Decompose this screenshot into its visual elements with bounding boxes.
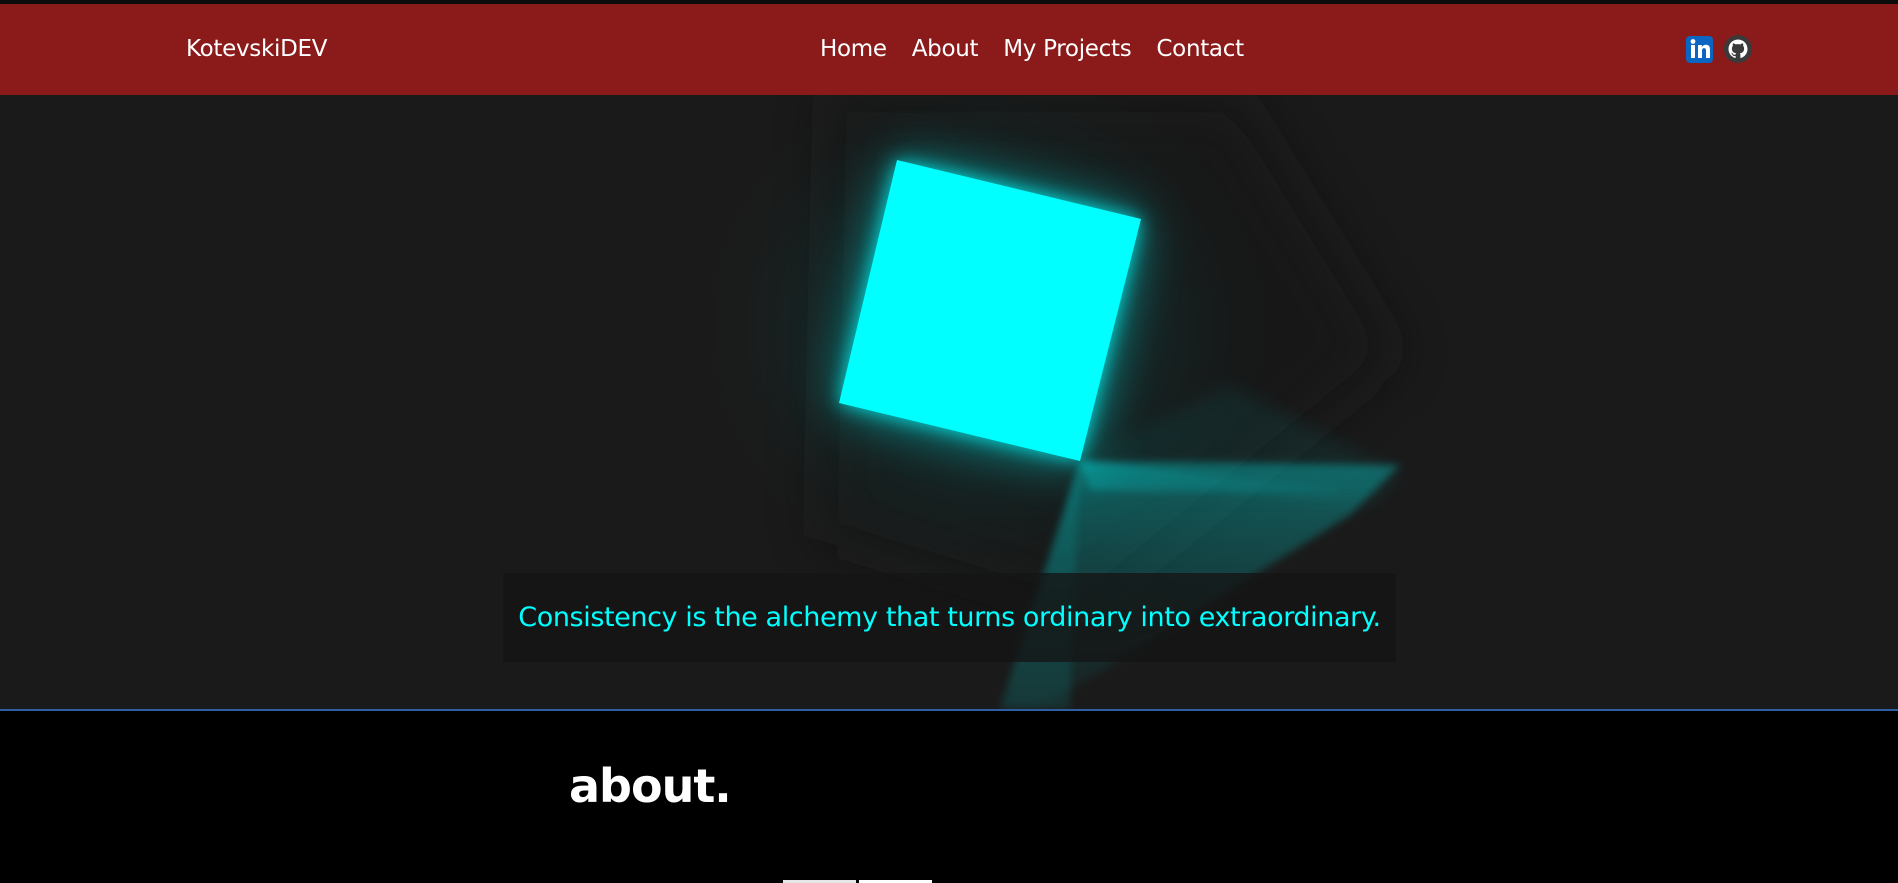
hero-section: Consistency is the alchemy that turns or… — [0, 95, 1898, 709]
social-links — [1685, 34, 1753, 64]
about-section: about. — [0, 711, 1898, 883]
about-heading: about. — [569, 759, 732, 813]
brand-logo-text[interactable]: KotevskiDEV — [186, 36, 327, 62]
nav-link-my-projects[interactable]: My Projects — [1003, 36, 1131, 62]
quote-box: Consistency is the alchemy that turns or… — [503, 573, 1396, 662]
linkedin-icon[interactable] — [1685, 34, 1715, 64]
nav-link-contact[interactable]: Contact — [1156, 36, 1244, 62]
github-icon[interactable] — [1723, 34, 1753, 64]
nav-link-about[interactable]: About — [912, 36, 979, 62]
page: KotevskiDEV Home About My Projects Conta… — [0, 0, 1898, 883]
nav-links: Home About My Projects Contact — [820, 36, 1244, 62]
hero-quote: Consistency is the alchemy that turns or… — [518, 602, 1381, 633]
nav-link-home[interactable]: Home — [820, 36, 887, 62]
navbar: KotevskiDEV Home About My Projects Conta… — [0, 4, 1898, 95]
